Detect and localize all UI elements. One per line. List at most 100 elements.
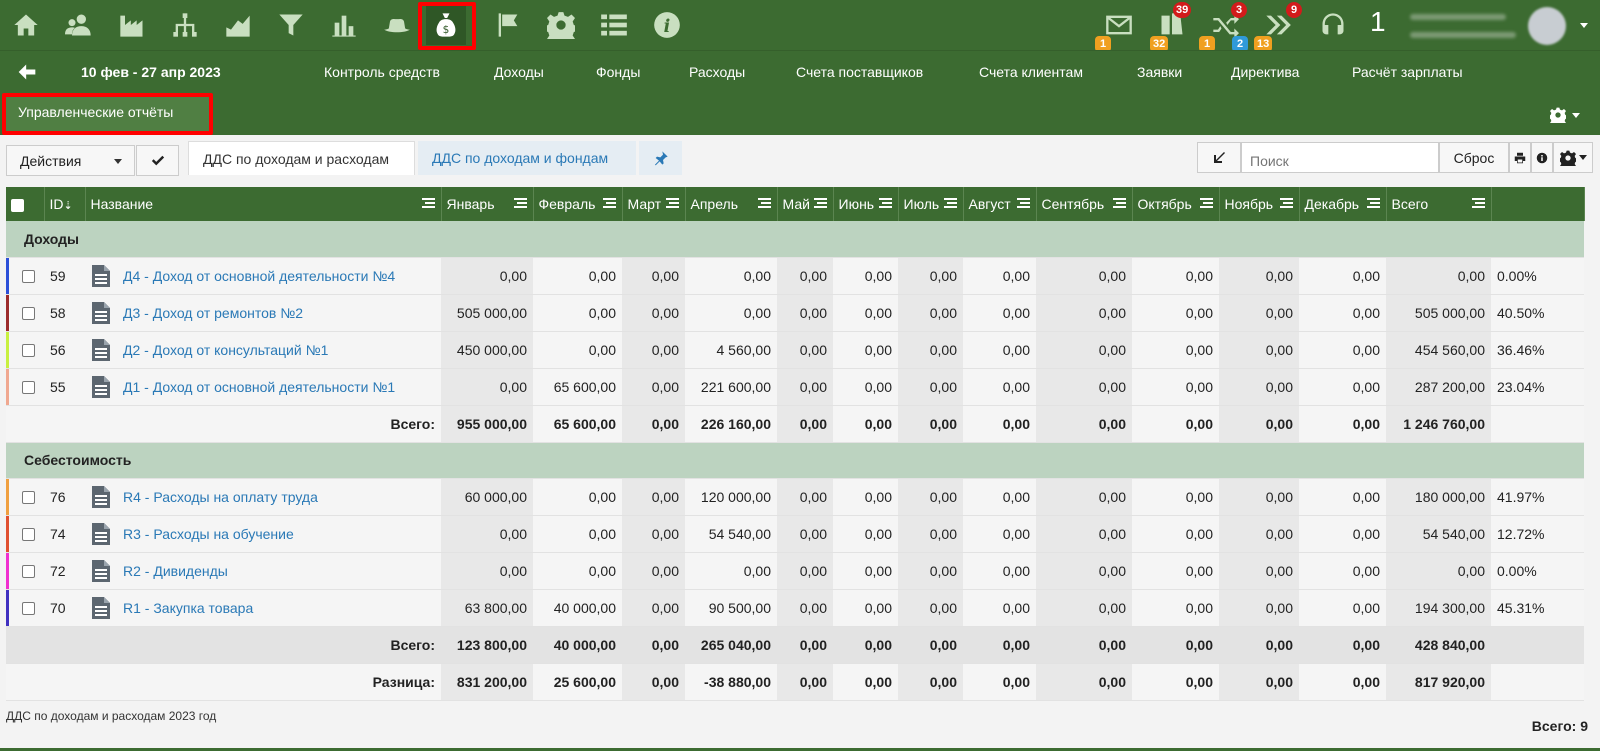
tab-cashflow-income-funds[interactable]: ДДС по доходам и фондам (418, 141, 636, 175)
table-row[interactable]: 70 R1 - Закупка товара 63 800,00 40 000,00 0… (6, 589, 1584, 627)
row-name-link[interactable]: R2 - Дивиденды (123, 563, 228, 579)
document-icon[interactable] (91, 301, 111, 325)
flag-icon[interactable] (488, 5, 528, 45)
apply-button[interactable] (136, 145, 179, 176)
pin-tab[interactable] (639, 141, 682, 175)
user-menu-caret-icon[interactable] (1580, 23, 1588, 28)
collapse-arrow-button[interactable] (1197, 142, 1241, 173)
nav-link-supplier-invoices[interactable]: Счета поставщиков (796, 64, 923, 80)
area-chart-icon[interactable] (218, 5, 258, 45)
document-icon[interactable] (91, 596, 111, 620)
column-header-name[interactable]: Название (85, 187, 442, 221)
row-checkbox[interactable] (22, 381, 35, 395)
list-icon[interactable] (594, 5, 634, 45)
column-header-jan[interactable]: Январь (441, 187, 534, 221)
date-range[interactable]: 10 фев - 27 апр 2023 (81, 64, 221, 80)
bar-chart-icon[interactable] (324, 5, 364, 45)
row-name-link[interactable]: R3 - Расходы на обучение (123, 526, 294, 542)
row-name-link[interactable]: Д3 - Доход от ремонтов №2 (123, 305, 303, 321)
column-header-sep[interactable]: Сентябрь (1036, 187, 1133, 221)
nav-link-requests[interactable]: Заявки (1137, 64, 1182, 80)
nav-link-income[interactable]: Доходы (494, 64, 544, 80)
column-header-oct[interactable]: Октябрь (1132, 187, 1220, 221)
row-checkbox[interactable] (22, 270, 35, 284)
row-checkbox[interactable] (22, 344, 35, 358)
row-name-link[interactable]: Д4 - Доход от основной деятельности №4 (123, 268, 395, 284)
table-row[interactable]: 55 Д1 - Доход от основной деятельности №1… (6, 368, 1584, 406)
row-name-cell[interactable]: R3 - Расходы на обучение (85, 515, 441, 553)
column-header-aug[interactable]: Август (963, 187, 1037, 221)
home-icon[interactable] (6, 5, 46, 45)
info-button[interactable] (1531, 142, 1553, 173)
column-header-may[interactable]: Май (777, 187, 834, 221)
select-all-checkbox[interactable] (11, 198, 24, 212)
row-checkbox[interactable] (22, 528, 35, 542)
row-checkbox-cell[interactable] (6, 331, 44, 369)
column-header-jul[interactable]: Июль (898, 187, 964, 221)
nav-link-funds[interactable]: Фонды (596, 64, 640, 80)
column-header-nov[interactable]: Ноябрь (1219, 187, 1300, 221)
search-input[interactable] (1241, 142, 1439, 173)
column-header-jun[interactable]: Июнь (833, 187, 899, 221)
avatar[interactable] (1528, 7, 1566, 45)
table-row[interactable]: 76 R4 - Расходы на оплату труда 60 000,00 0… (6, 478, 1584, 516)
settings-gear-icon[interactable] (1548, 107, 1580, 127)
column-header-id[interactable]: ID⇣ (44, 187, 86, 221)
document-icon[interactable] (91, 485, 111, 509)
column-header-total[interactable]: Всего (1386, 187, 1492, 221)
reset-button[interactable]: Сброс (1439, 142, 1509, 173)
select-all-checkbox-cell[interactable] (6, 187, 45, 221)
row-checkbox-cell[interactable] (6, 257, 44, 295)
headset-icon[interactable] (1313, 5, 1353, 45)
row-checkbox[interactable] (22, 565, 35, 579)
column-header-apr[interactable]: Апрель (685, 187, 778, 221)
row-checkbox[interactable] (22, 307, 35, 321)
row-name-cell[interactable]: R4 - Расходы на оплату труда (85, 478, 441, 516)
document-icon[interactable] (91, 375, 111, 399)
table-row[interactable]: 56 Д2 - Доход от консультаций №1 450 000,0… (6, 331, 1584, 369)
tab-cashflow-income-expenses[interactable]: ДДС по доходам и расходам (188, 141, 415, 175)
row-name-cell[interactable]: Д3 - Доход от ремонтов №2 (85, 294, 441, 332)
document-icon[interactable] (91, 522, 111, 546)
org-chart-icon[interactable] (165, 5, 205, 45)
column-header-mar[interactable]: Март (622, 187, 686, 221)
table-row[interactable]: 59 Д4 - Доход от основной деятельности №4… (6, 257, 1584, 295)
row-checkbox-cell[interactable] (6, 478, 44, 516)
back-arrow-icon[interactable] (16, 62, 38, 82)
row-name-cell[interactable]: R2 - Дивиденды (85, 552, 441, 590)
row-name-cell[interactable]: Д2 - Доход от консультаций №1 (85, 331, 441, 369)
column-header-feb[interactable]: Февраль (533, 187, 623, 221)
column-header-dec[interactable]: Декабрь (1299, 187, 1387, 221)
nav-link-funds-control[interactable]: Контроль средств (324, 64, 440, 80)
table-row[interactable]: 58 Д3 - Доход от ремонтов №2 505 000,00 0,0… (6, 294, 1584, 332)
document-icon[interactable] (91, 338, 111, 362)
users-icon[interactable] (59, 5, 99, 45)
gear-icon[interactable] (541, 5, 581, 45)
table-row[interactable]: 72 R2 - Дивиденды 0,00 0,00 0,00 0,00 0,00 0,00… (6, 552, 1584, 590)
nav-link-directive[interactable]: Директива (1231, 64, 1299, 80)
filter-icon[interactable] (271, 5, 311, 45)
actions-dropdown[interactable]: Действия (6, 145, 135, 176)
row-name-link[interactable]: Д1 - Доход от основной деятельности №1 (123, 379, 395, 395)
row-checkbox[interactable] (22, 602, 35, 616)
nav-link-client-invoices[interactable]: Счета клиентам (979, 64, 1083, 80)
print-button[interactable] (1509, 142, 1531, 173)
nav-link-expenses[interactable]: Расходы (689, 64, 745, 80)
row-checkbox[interactable] (22, 491, 35, 505)
row-checkbox-cell[interactable] (6, 294, 44, 332)
row-checkbox-cell[interactable] (6, 515, 44, 553)
nav-link-payroll[interactable]: Расчёт зарплаты (1352, 64, 1463, 80)
row-checkbox-cell[interactable] (6, 368, 44, 406)
row-name-cell[interactable]: Д4 - Доход от основной деятельности №4 (85, 257, 441, 295)
table-settings-button[interactable] (1553, 142, 1593, 173)
row-checkbox-cell[interactable] (6, 552, 44, 590)
hat-icon[interactable] (377, 5, 417, 45)
document-icon[interactable] (91, 264, 111, 288)
row-name-link[interactable]: R1 - Закупка товара (123, 600, 253, 616)
document-icon[interactable] (91, 559, 111, 583)
info-icon[interactable]: i (647, 5, 687, 45)
table-row[interactable]: 74 R3 - Расходы на обучение 0,00 0,00 0,00 54… (6, 515, 1584, 553)
row-name-cell[interactable]: Д1 - Доход от основной деятельности №1 (85, 368, 441, 406)
row-name-cell[interactable]: R1 - Закупка товара (85, 589, 441, 627)
row-checkbox-cell[interactable] (6, 589, 44, 627)
